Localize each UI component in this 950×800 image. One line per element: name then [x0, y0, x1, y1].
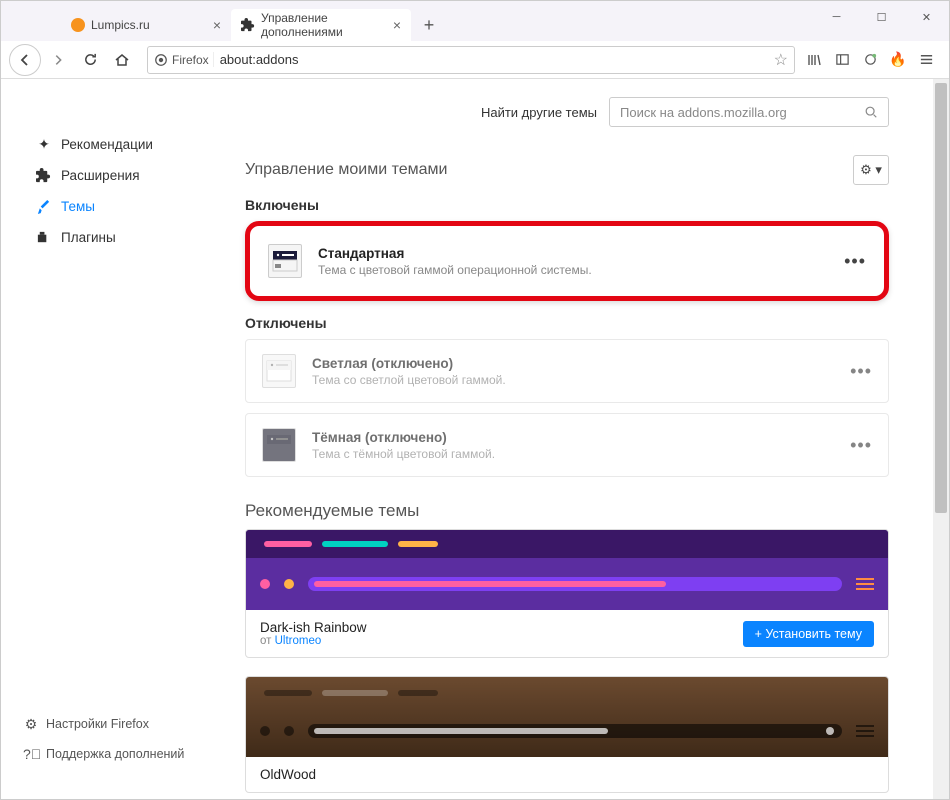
- find-themes-label: Найти другие темы: [481, 105, 597, 120]
- install-theme-button[interactable]: + Установить тему: [743, 621, 874, 647]
- theme-name: Светлая (отключено): [312, 356, 506, 371]
- theme-text: Стандартная Тема с цветовой гаммой опера…: [318, 246, 592, 277]
- gear-icon: ⚙: [23, 716, 39, 733]
- navbar: Firefox about:addons ☆ 🔥: [1, 41, 949, 79]
- theme-desc: Тема с цветовой гаммой операционной сист…: [318, 263, 592, 277]
- main-panel: Найти другие темы Поиск на addons.mozill…: [231, 79, 949, 799]
- fire-icon[interactable]: 🔥: [889, 51, 907, 69]
- tab-addons[interactable]: Управление дополнениями ×: [231, 9, 411, 41]
- recommended-card-oldwood: OldWood: [245, 676, 889, 793]
- search-icon: [864, 105, 878, 119]
- theme-desc: Тема со светлой цветовой гаммой.: [312, 373, 506, 387]
- theme-card-default[interactable]: Стандартная Тема с цветовой гаммой опера…: [252, 230, 882, 292]
- scrollbar[interactable]: [933, 79, 949, 799]
- theme-preview: [246, 530, 888, 610]
- theme-thumbnail: [262, 354, 296, 388]
- plugin-icon: [36, 230, 52, 245]
- more-options-button[interactable]: •••: [850, 361, 872, 382]
- close-icon[interactable]: ×: [393, 17, 401, 33]
- page-header-row: Управление моими темами ⚙ ▾: [245, 155, 889, 185]
- sidebar-bottom: ⚙ Настройки Firefox ?⃝ Поддержка дополне…: [1, 709, 231, 769]
- theme-text: Тёмная (отключено) Тема с тёмной цветово…: [312, 430, 495, 461]
- sidebar-item-label: Расширения: [61, 168, 140, 183]
- tab-label: Управление дополнениями: [261, 11, 393, 39]
- sidebar-item-label: Рекомендации: [61, 137, 153, 152]
- sidebar-item-themes[interactable]: Темы: [1, 191, 231, 222]
- sidebar-icon[interactable]: [833, 51, 851, 69]
- search-input[interactable]: Поиск на addons.mozilla.org: [609, 97, 889, 127]
- minimize-button[interactable]: ─: [814, 1, 859, 33]
- recommended-name: Dark-ish Rainbow: [260, 620, 367, 635]
- highlight-annotation: Стандартная Тема с цветовой гаммой опера…: [245, 221, 889, 301]
- forward-button[interactable]: [43, 45, 73, 75]
- scrollbar-thumb[interactable]: [935, 83, 947, 513]
- puzzle-icon: [36, 168, 52, 183]
- recommended-name: OldWood: [260, 767, 316, 782]
- sparkle-icon: ✦: [36, 136, 52, 153]
- sidebar-item-label: Настройки Firefox: [46, 717, 149, 731]
- theme-preview: [246, 677, 888, 757]
- theme-thumbnail: [262, 428, 296, 462]
- sidebar-item-plugins[interactable]: Плагины: [1, 222, 231, 253]
- search-placeholder: Поиск на addons.mozilla.org: [620, 105, 864, 120]
- help-icon: ?⃝: [23, 746, 39, 762]
- page-title: Управление моими темами: [245, 161, 448, 179]
- recommended-footer: Dark-ish Rainbow от Ultromeo + Установит…: [246, 610, 888, 657]
- theme-thumbnail: [268, 244, 302, 278]
- tab-label: Lumpics.ru: [91, 18, 150, 32]
- more-options-button[interactable]: •••: [850, 435, 872, 456]
- tab-lumpics[interactable]: Lumpics.ru ×: [61, 9, 231, 41]
- menu-icon[interactable]: [917, 51, 935, 69]
- theme-card-light[interactable]: Светлая (отключено) Тема со светлой цвет…: [245, 339, 889, 403]
- sidebar-item-label: Темы: [61, 199, 95, 214]
- window-controls: ─ ☐ ✕: [814, 1, 949, 33]
- extension-icon[interactable]: [861, 51, 879, 69]
- sidebar-item-label: Плагины: [61, 230, 116, 245]
- reload-button[interactable]: [75, 45, 105, 75]
- library-icon[interactable]: [805, 51, 823, 69]
- find-themes-row: Найти другие темы Поиск на addons.mozill…: [245, 97, 889, 127]
- recommended-card-rainbow: Dark-ish Rainbow от Ultromeo + Установит…: [245, 529, 889, 658]
- puzzle-icon: [241, 18, 255, 32]
- theme-text: Светлая (отключено) Тема со светлой цвет…: [312, 356, 506, 387]
- content-area: ✦ Рекомендации Расширения Темы Плагины ⚙…: [1, 79, 949, 799]
- author-link[interactable]: Ultromeo: [275, 635, 322, 647]
- theme-name: Тёмная (отключено): [312, 430, 495, 445]
- tools-menu-button[interactable]: ⚙ ▾: [853, 155, 889, 185]
- theme-card-dark[interactable]: Тёмная (отключено) Тема с тёмной цветово…: [245, 413, 889, 477]
- recommended-section-label: Рекомендуемые темы: [245, 501, 889, 521]
- firefox-icon: [154, 53, 168, 67]
- back-button[interactable]: [9, 44, 41, 76]
- toolbar-right: 🔥: [805, 51, 941, 69]
- theme-desc: Тема с тёмной цветовой гаммой.: [312, 447, 495, 461]
- sidebar: ✦ Рекомендации Расширения Темы Плагины ⚙…: [1, 79, 231, 799]
- identity-box[interactable]: Firefox: [154, 53, 209, 67]
- maximize-button[interactable]: ☐: [859, 1, 904, 33]
- sidebar-item-support[interactable]: ?⃝ Поддержка дополнений: [1, 739, 231, 769]
- disabled-section-label: Отключены: [245, 315, 889, 331]
- recommended-author: от Ultromeo: [260, 635, 367, 647]
- close-icon[interactable]: ×: [213, 17, 221, 33]
- url-bar[interactable]: Firefox about:addons ☆: [147, 46, 795, 74]
- bookmark-star-icon[interactable]: ☆: [774, 50, 788, 70]
- sidebar-item-label: Поддержка дополнений: [46, 747, 184, 761]
- new-tab-button[interactable]: +: [415, 11, 443, 39]
- recommended-footer: OldWood: [246, 757, 888, 792]
- theme-name: Стандартная: [318, 246, 592, 261]
- home-button[interactable]: [107, 45, 137, 75]
- titlebar: Lumpics.ru × Управление дополнениями × +…: [1, 1, 949, 41]
- sidebar-item-settings[interactable]: ⚙ Настройки Firefox: [1, 709, 231, 739]
- more-options-button[interactable]: •••: [844, 251, 866, 272]
- enabled-section-label: Включены: [245, 197, 889, 213]
- brush-icon: [36, 199, 52, 214]
- sidebar-item-recommendations[interactable]: ✦ Рекомендации: [1, 129, 231, 160]
- sidebar-item-extensions[interactable]: Расширения: [1, 160, 231, 191]
- close-window-button[interactable]: ✕: [904, 1, 949, 33]
- lumpics-favicon: [71, 18, 85, 32]
- address-text: about:addons: [213, 52, 774, 67]
